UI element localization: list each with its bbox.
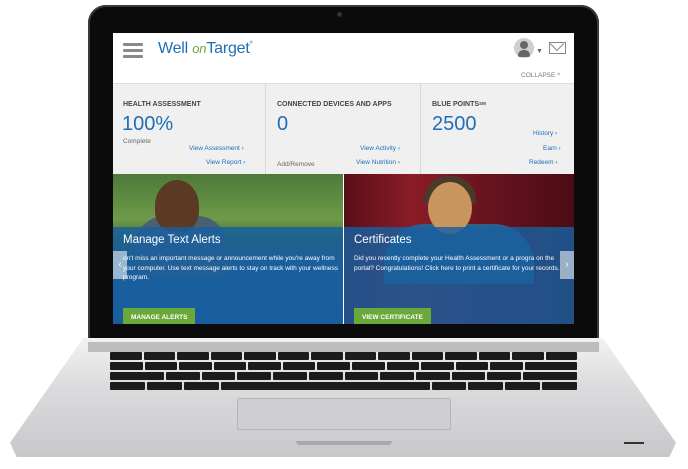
menu-icon[interactable] — [123, 43, 143, 59]
points-title: BLUE POINTSSM — [432, 101, 486, 108]
avatar-icon[interactable] — [514, 38, 534, 58]
collapse-button[interactable]: COLLAPSE ^ — [521, 72, 560, 79]
chevron-right-icon[interactable]: › — [560, 251, 574, 279]
laptop-notch — [296, 441, 392, 445]
banner-text: on't miss an important message or announ… — [123, 255, 338, 281]
view-activity-link[interactable]: View Activity › — [360, 145, 400, 152]
banner-title: Certificates — [354, 234, 412, 246]
banner-photo-person — [155, 180, 199, 232]
header: Well onTarget® ▼ COLLAPSE ^ — [113, 33, 574, 83]
view-assessment-link[interactable]: View Assessment › — [189, 145, 244, 152]
points-value: 2500 — [432, 113, 477, 135]
history-link[interactable]: History › — [533, 130, 557, 137]
connected-devices-card: CONNECTED DEVICES AND APPS 0 View Activi… — [266, 84, 421, 175]
power-indicator — [624, 442, 644, 444]
earn-link[interactable]: Earn › — [543, 145, 561, 152]
trackpad — [237, 398, 451, 430]
camera-icon — [337, 12, 342, 17]
manage-alerts-button[interactable]: MANAGE ALERTS — [123, 308, 196, 324]
add-remove-link[interactable]: Add/Remove — [277, 161, 315, 168]
banner-title: Manage Text Alerts — [123, 234, 221, 246]
health-title: HEALTH ASSESSMENT — [123, 101, 201, 108]
mail-icon[interactable] — [549, 42, 566, 54]
chevron-up-icon: ^ — [557, 72, 561, 79]
banner-text: Did you recently complete your Health As… — [354, 255, 560, 272]
redeem-link[interactable]: Redeem › — [529, 159, 558, 166]
view-certificate-button[interactable]: VIEW CERTIFICATE — [354, 308, 431, 324]
blue-points-card: BLUE POINTSSM 2500 History › Earn › Rede… — [421, 84, 574, 175]
laptop-hinge — [88, 342, 599, 352]
view-report-link[interactable]: View Report › — [206, 159, 245, 166]
devices-value: 0 — [277, 113, 289, 135]
health-assessment-card: HEALTH ASSESSMENT 100% Complete View Ass… — [113, 84, 266, 175]
summary-panel: HEALTH ASSESSMENT 100% Complete View Ass… — [113, 83, 574, 175]
text-alerts-banner[interactable]: Manage Text Alerts on't miss an importan… — [113, 174, 343, 324]
keyboard — [109, 352, 578, 392]
certificates-banner[interactable]: Certificates Did you recently complete y… — [344, 174, 574, 324]
chevron-left-icon[interactable]: ‹ — [113, 251, 127, 279]
health-value: 100% — [122, 113, 174, 135]
chevron-down-icon[interactable]: ▼ — [536, 48, 543, 55]
devices-title: CONNECTED DEVICES AND APPS — [277, 101, 392, 108]
health-status: Complete — [123, 138, 151, 145]
logo[interactable]: Well onTarget® — [158, 40, 253, 58]
view-nutrition-link[interactable]: View Nutrition › — [356, 159, 400, 166]
screen: Well onTarget® ▼ COLLAPSE ^ HEALTH ASSES… — [113, 33, 574, 324]
